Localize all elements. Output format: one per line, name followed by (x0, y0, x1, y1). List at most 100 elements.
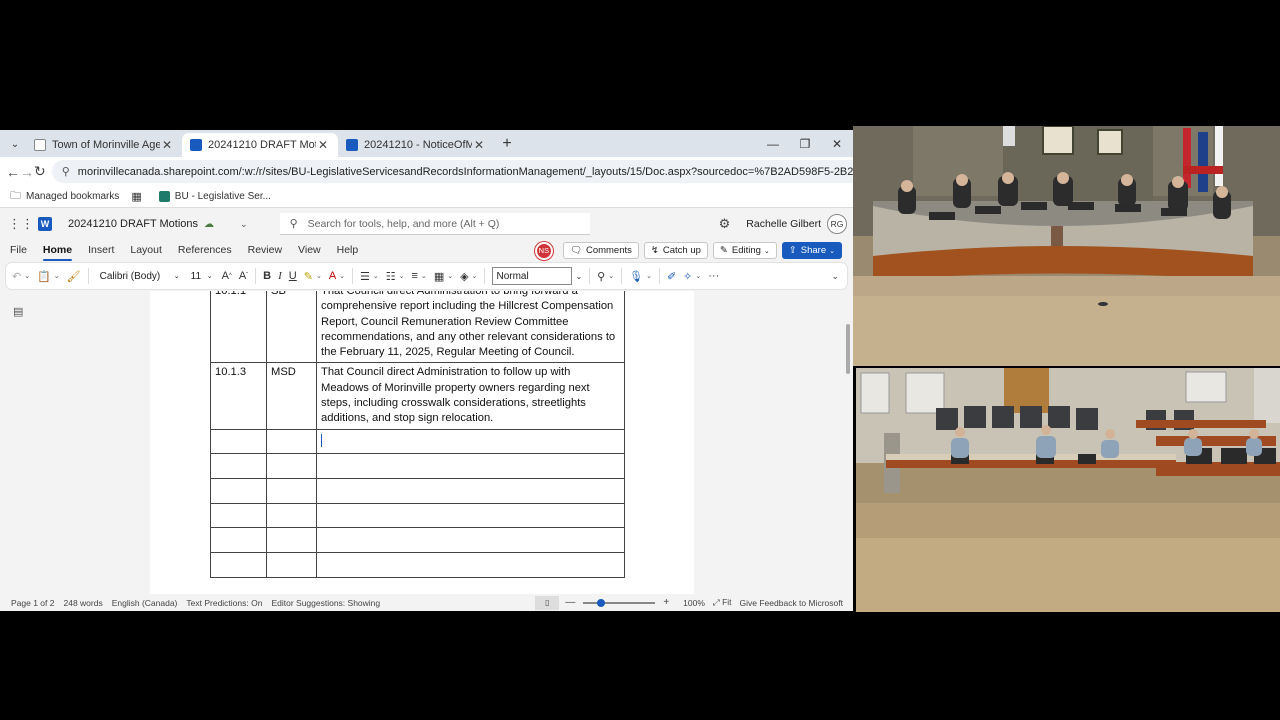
bookmark-legislative[interactable]: BU - Legislative Ser... (158, 191, 271, 202)
reload-icon[interactable]: ↻ (34, 163, 46, 180)
fit-button[interactable]: ⤢ Fit (713, 597, 732, 608)
new-tab-button[interactable]: + (494, 135, 520, 153)
bold-icon[interactable]: B (263, 270, 271, 282)
apps-grid[interactable]: ▦ (131, 190, 146, 203)
close-icon[interactable]: ✕ (472, 138, 486, 152)
tab-references[interactable]: References (178, 240, 232, 261)
vertical-scrollbar[interactable] (846, 324, 850, 374)
motion-number[interactable]: 10.1.1 (210, 291, 267, 364)
text-predictions[interactable]: Text Predictions: On (186, 598, 262, 608)
font-family-select[interactable]: Calibri (Body) ⌄ (96, 267, 184, 285)
editing-mode-button[interactable]: ✎ Editing ⌄ (712, 242, 777, 259)
browser-tab[interactable]: Town of Morinville Agenda Pac ✕ (26, 133, 182, 157)
comments-button[interactable]: 🗨 Comments (562, 242, 639, 259)
table-cell[interactable] (210, 527, 267, 554)
zoom-knob[interactable] (597, 598, 606, 607)
motion-number[interactable]: 10.1.3 (210, 362, 267, 430)
underline-icon[interactable]: U (289, 270, 297, 282)
shading-icon[interactable]: ◈ ⌄ (460, 270, 477, 283)
format-painter-icon[interactable]: 🖌 (67, 270, 81, 283)
managed-bookmarks[interactable]: 🗀 Managed bookmarks (10, 187, 119, 206)
zoom-in-icon[interactable]: + (663, 597, 669, 608)
share-button[interactable]: ⇪ Share ⌄ (781, 242, 842, 259)
bullets-icon[interactable]: ☰ ⌄ (360, 270, 379, 283)
collapse-ribbon-icon[interactable]: ⌄ (831, 271, 839, 282)
tab-review[interactable]: Review (248, 240, 282, 261)
font-size-select[interactable]: 11 ⌄ (188, 267, 216, 285)
table-cell[interactable] (316, 552, 625, 578)
navigation-pane-icon[interactable]: ▤ (13, 305, 23, 318)
document-name[interactable]: 20241210 DRAFT Motions (68, 218, 198, 230)
print-layout-icon[interactable]: ▯ (535, 595, 560, 610)
table-cell[interactable] (266, 502, 317, 529)
tab-home[interactable]: Home (42, 240, 73, 261)
zoom-out-icon[interactable]: — (565, 597, 575, 608)
more-options-icon[interactable]: ··· (708, 270, 719, 282)
back-icon[interactable]: ← (6, 164, 20, 180)
highlight-icon[interactable]: ✎ ⌄ (304, 270, 322, 283)
numbering-icon[interactable]: ☷ ⌄ (386, 270, 405, 283)
tab-file[interactable]: File (10, 240, 27, 261)
forward-icon[interactable]: → (20, 164, 34, 180)
table-cell[interactable] (316, 453, 625, 480)
document-page[interactable]: 10.1.1 SB That Council direct Administra… (150, 291, 694, 601)
close-icon[interactable]: ✕ (316, 138, 330, 152)
table-cell[interactable] (266, 552, 317, 578)
search-input[interactable]: ⚲ Search for tools, help, and more (Alt … (279, 213, 590, 235)
table-cell[interactable] (266, 527, 317, 554)
find-icon[interactable]: ⚲ ⌄ (597, 270, 614, 283)
tab-help[interactable]: Help (337, 240, 359, 261)
tab-view[interactable]: View (298, 240, 321, 261)
font-color-icon[interactable]: A ⌄ (329, 270, 345, 282)
minimize-icon[interactable]: — (757, 137, 789, 151)
motion-text[interactable]: That Council direct Administration to fo… (316, 362, 625, 430)
table-cell[interactable] (316, 502, 625, 529)
table-cell[interactable] (210, 478, 267, 504)
table-cell[interactable] (316, 478, 625, 504)
zoom-level[interactable]: 100% (683, 598, 705, 608)
chevron-down-icon[interactable]: ⌄ (240, 219, 248, 230)
motion-initials[interactable]: SB (266, 291, 317, 364)
motion-text[interactable]: That Council direct Administration to br… (316, 291, 625, 364)
designer-icon[interactable]: ✧ ⌄ (683, 270, 701, 283)
word-count[interactable]: 248 words (63, 598, 102, 608)
zoom-slider[interactable] (583, 598, 656, 607)
tab-search-icon[interactable]: ⌄ (4, 133, 26, 155)
catch-up-button[interactable]: ↯ Catch up (643, 242, 708, 259)
motion-initials[interactable]: MSD (266, 362, 317, 430)
undo-icon[interactable]: ↶ ⌄ (12, 270, 30, 283)
table-cell[interactable] (266, 478, 317, 504)
editor-suggestions[interactable]: Editor Suggestions: Showing (271, 598, 380, 608)
editor-icon[interactable]: ✐ (667, 270, 676, 283)
styles-select[interactable]: Normal (492, 267, 573, 285)
language[interactable]: English (Canada) (112, 598, 178, 608)
feedback-link[interactable]: Give Feedback to Microsoft (740, 598, 843, 608)
table-cell[interactable] (266, 453, 317, 480)
table-cell-active[interactable] (316, 428, 625, 455)
gear-icon[interactable]: ⚙ (719, 216, 731, 232)
styles-chevron-icon[interactable]: ⌄ (575, 272, 582, 281)
paste-icon[interactable]: 📋 ⌄ (37, 270, 60, 283)
browser-tab[interactable]: 20241210 - NoticeOfMotion-D ✕ (338, 133, 494, 157)
coauthor-avatar[interactable]: NS (534, 241, 553, 260)
close-window-icon[interactable]: ✕ (821, 137, 853, 151)
restore-icon[interactable]: ❐ (789, 137, 821, 151)
app-launcher-icon[interactable]: ⋮⋮ (8, 216, 34, 232)
borders-icon[interactable]: ▦ ⌄ (434, 270, 453, 283)
italic-icon[interactable]: I (278, 270, 282, 282)
tab-layout[interactable]: Layout (130, 240, 162, 261)
table-cell[interactable] (210, 502, 267, 529)
close-icon[interactable]: ✕ (160, 138, 174, 152)
page-count[interactable]: Page 1 of 2 (11, 598, 54, 608)
table-cell[interactable] (210, 428, 267, 455)
table-cell[interactable] (210, 552, 267, 578)
shrink-font-icon[interactable]: Aˇ (239, 270, 248, 282)
site-info-icon[interactable]: ⚲ (62, 165, 70, 178)
grow-font-icon[interactable]: A ^ (222, 270, 232, 282)
table-cell[interactable] (316, 527, 625, 554)
tab-insert[interactable]: Insert (88, 240, 114, 261)
address-bar[interactable]: ⚲ morinvillecanada.sharepoint.com/:w:/r/… (51, 160, 853, 183)
browser-tab-active[interactable]: 20241210 DRAFT Motions.docx ✕ (182, 133, 338, 157)
table-cell[interactable] (266, 428, 317, 455)
align-icon[interactable]: ≡ ⌄ (412, 270, 427, 282)
